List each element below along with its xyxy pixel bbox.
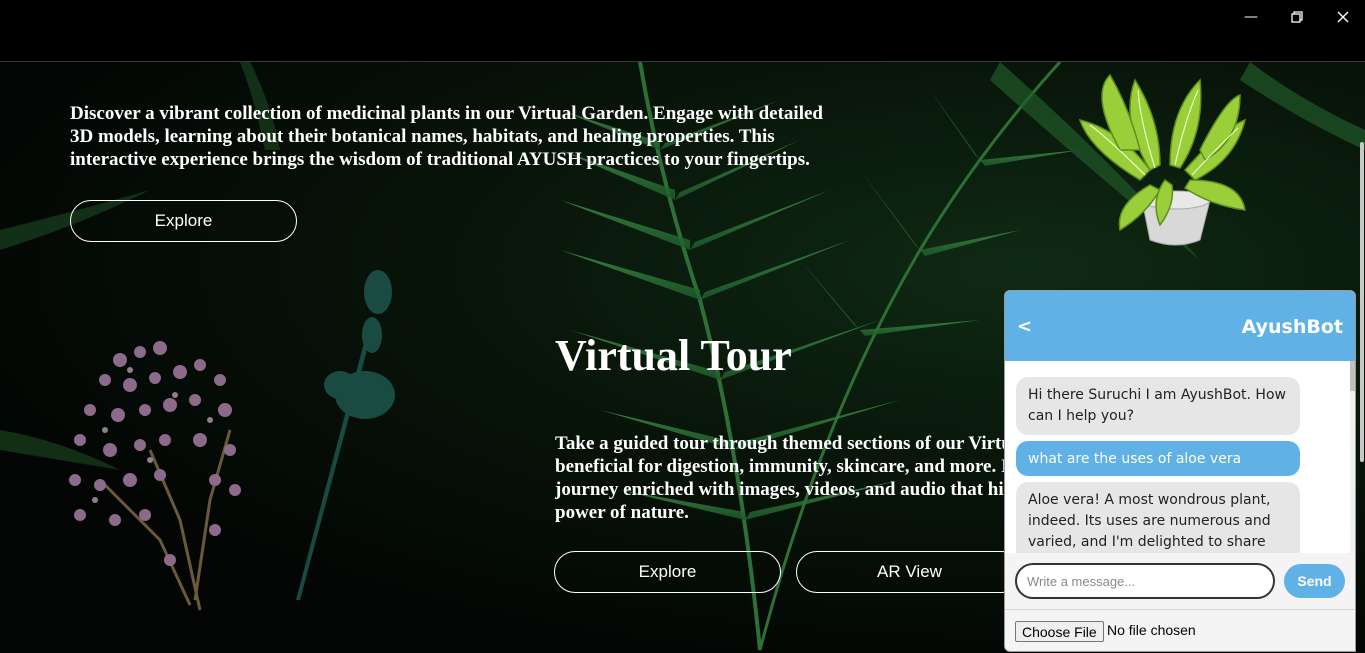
choose-file-button[interactable]: Choose File	[1015, 621, 1104, 642]
virtual-garden-description: Discover a vibrant collection of medicin…	[70, 103, 823, 170]
minimize-icon[interactable]: —	[1231, 4, 1271, 30]
chatbot-header: < AyushBot	[1005, 291, 1355, 361]
chat-messages[interactable]: Hi there Suruchi I am AyushBot. How can …	[1005, 361, 1355, 553]
chat-file-bar: Choose File No file chosen	[1005, 609, 1355, 651]
bot-message: Aloe vera! A most wondrous plant, indeed…	[1016, 482, 1300, 553]
chat-message-input[interactable]: Write a message...	[1015, 563, 1275, 599]
chatbot-panel: < AyushBot Hi there Suruchi I am AyushBo…	[1004, 290, 1356, 652]
chatbot-title: AyushBot	[1241, 316, 1343, 338]
user-message: what are the uses of aloe vera	[1016, 441, 1300, 476]
page-scrollbar[interactable]	[1360, 142, 1364, 462]
explore-tour-button[interactable]: Explore	[554, 551, 781, 593]
restore-icon[interactable]	[1277, 4, 1317, 30]
tour-line-3: journey enriched with images, videos, an…	[555, 479, 1014, 500]
window-titlebar: —	[0, 0, 1365, 62]
tour-line-1: Take a guided tour through themed sectio…	[555, 433, 1012, 454]
flower-plant	[69, 341, 241, 611]
potted-plant	[1078, 73, 1247, 246]
bot-message: Hi there Suruchi I am AyushBot. How can …	[1016, 377, 1300, 435]
virtual-tour-heading: Virtual Tour	[555, 331, 792, 380]
file-status-text: No file chosen	[1107, 622, 1196, 638]
explore-garden-button[interactable]: Explore	[70, 200, 297, 242]
virtual-tour-description: Take a guided tour through themed sectio…	[555, 432, 1015, 524]
close-icon[interactable]	[1323, 4, 1363, 30]
send-button[interactable]: Send	[1284, 564, 1345, 598]
tour-line-4: power of nature.	[555, 502, 689, 523]
ar-view-button[interactable]: AR View	[796, 551, 1023, 593]
chat-scrollbar-thumb[interactable]	[1350, 361, 1355, 391]
tour-line-2: beneficial for digestion, immunity, skin…	[555, 456, 1009, 477]
chat-back-button[interactable]: <	[1017, 316, 1032, 337]
seed-pod-plant	[296, 270, 395, 600]
